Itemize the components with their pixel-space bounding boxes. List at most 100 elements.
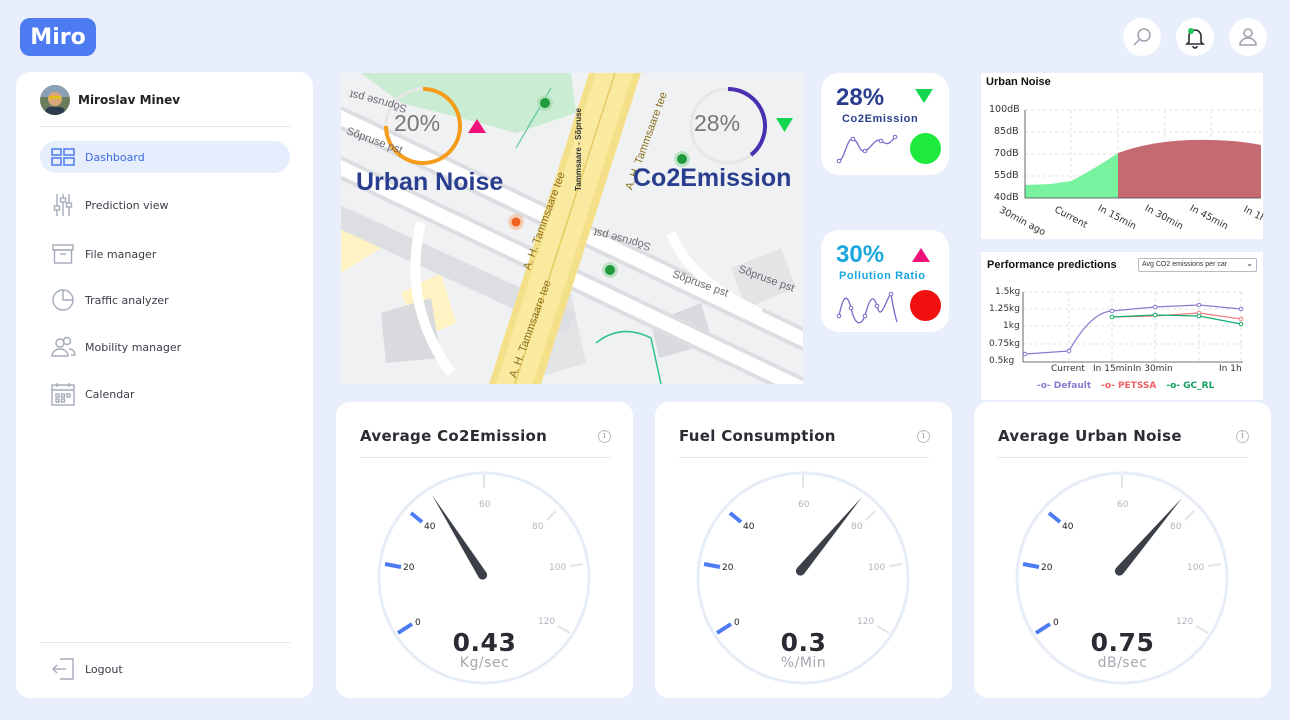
- sidebar-item-label: Prediction view: [85, 198, 169, 212]
- dashboard-icon: [50, 144, 76, 170]
- gauge-tick: 80: [532, 522, 544, 532]
- pollution-ratio-card[interactable]: 30% Pollution Ratio: [821, 230, 949, 332]
- y-tick: 70dB: [994, 148, 1019, 159]
- gauge-tick: 0: [415, 618, 421, 628]
- gauge-unit: dB/sec: [1097, 655, 1148, 671]
- y-tick: 55dB: [994, 170, 1019, 181]
- x-tick: In 30min: [1133, 364, 1173, 374]
- user-icon: [1239, 28, 1257, 46]
- sidebar-item-label: File manager: [85, 247, 157, 261]
- legend-default[interactable]: -o- Default: [1037, 381, 1091, 391]
- gauge-value: 0.43: [452, 628, 517, 657]
- status-indicator: [910, 290, 941, 321]
- sidebar-item-label: Dashboard: [85, 150, 145, 164]
- logout-button[interactable]: Logout: [40, 653, 290, 685]
- y-tick: 40dB: [994, 192, 1019, 203]
- legend-gc-rl[interactable]: -o- GC_RL: [1166, 381, 1214, 391]
- trend-up-icon: [912, 248, 930, 262]
- gauge-tick: 60: [798, 500, 810, 510]
- performance-line-chart: [1022, 291, 1244, 363]
- gauge-tick: 40: [1062, 522, 1074, 532]
- search-icon: [1133, 28, 1151, 46]
- logout-icon: [50, 656, 76, 682]
- sidebar-item-label: Calendar: [85, 387, 135, 401]
- notifications-button[interactable]: [1176, 18, 1214, 56]
- map-label-urban-noise: Urban Noise: [356, 168, 504, 196]
- sliders-icon: [50, 192, 76, 218]
- y-tick: 0.5kg: [989, 356, 1015, 366]
- logout-label: Logout: [85, 662, 123, 676]
- y-tick: 85dB: [994, 126, 1019, 137]
- gauge-tick: 60: [479, 500, 491, 510]
- user-menu-button[interactable]: [1229, 18, 1267, 56]
- traffic-map[interactable]: Sõpruse pst Sõpruse pst Sõpruse pst Sõpr…: [341, 73, 803, 384]
- chart-legend: -o- Default -o- PETSSA -o- GC_RL: [1037, 381, 1214, 391]
- sidebar-item-traffic-analyzer[interactable]: Traffic analyzer: [40, 284, 290, 316]
- y-tick: 1kg: [1003, 321, 1020, 331]
- gauge-tick: 20: [1041, 563, 1053, 573]
- avatar: [40, 85, 70, 115]
- sidebar-item-file-manager[interactable]: File manager: [40, 238, 290, 270]
- divider: [40, 642, 290, 643]
- pollution-ratio-label: Pollution Ratio: [839, 270, 926, 282]
- pollution-ratio-pct: 30%: [836, 241, 885, 268]
- junction-label: Tammsaare - Sõpruse: [574, 108, 583, 191]
- gauge-tick: 100: [1187, 563, 1204, 573]
- gauge-tick: 120: [857, 617, 874, 627]
- gauge-tick: 120: [538, 617, 555, 627]
- archive-icon: [50, 241, 76, 267]
- gauge-tick: 20: [722, 563, 734, 573]
- gauge-card-fuel-consumption[interactable]: Fuel Consumption i 0 20 40 60 80 100 120…: [655, 402, 952, 698]
- gauge-card-co2-emission[interactable]: Average Co2Emission i 0 20 40 60 80 100 …: [336, 402, 633, 698]
- pollution-sparkline: [836, 291, 898, 324]
- noise-percentage: 20%: [394, 110, 441, 136]
- calendar-icon: [50, 381, 76, 407]
- sidebar-item-dashboard[interactable]: Dashboard: [40, 141, 290, 173]
- y-tick: 0.75kg: [989, 339, 1020, 349]
- user-profile[interactable]: Miroslav Minev: [40, 85, 180, 115]
- gauge-tick: 80: [851, 522, 863, 532]
- gauge-tick: 40: [743, 522, 755, 532]
- bell-icon: [1185, 28, 1205, 49]
- gauge-tick: 100: [549, 563, 566, 573]
- gauge-tick: 100: [868, 563, 885, 573]
- y-tick: 1.5kg: [995, 287, 1021, 297]
- legend-petssa[interactable]: -o- PETSSA: [1101, 381, 1156, 391]
- x-tick: In 1h: [1219, 364, 1242, 374]
- gauge-tick: 0: [734, 618, 740, 628]
- performance-predictions-chart[interactable]: Performance predictions Avg CO2 emission…: [981, 252, 1263, 400]
- co2-emission-card[interactable]: 28% Co2Emission: [821, 73, 949, 175]
- urban-noise-chart[interactable]: Urban Noise 100dB 85dB 70dB 55dB 40dB 30…: [981, 73, 1264, 239]
- app-logo[interactable]: Miro: [20, 18, 96, 56]
- gauge-card-urban-noise[interactable]: Average Urban Noise i 0 20 40 60 80 100 …: [974, 402, 1271, 698]
- user-name: Miroslav Minev: [78, 93, 181, 107]
- gauge-value: 0.75: [1090, 628, 1155, 657]
- users-icon: [50, 334, 76, 360]
- map-label-co2-emission: Co2Emission: [633, 164, 792, 192]
- co2-emission-pct: 28%: [836, 84, 885, 111]
- co2-emission-label: Co2Emission: [842, 113, 919, 125]
- gauge-tick: 120: [1176, 617, 1193, 627]
- gauge-tick: 60: [1117, 500, 1129, 510]
- y-tick: 100dB: [989, 104, 1020, 115]
- gauge-tick: 20: [403, 563, 415, 573]
- sidebar-item-mobility-manager[interactable]: Mobility manager: [40, 331, 290, 363]
- sidebar-item-label: Traffic analyzer: [85, 293, 169, 307]
- sidebar-item-calendar[interactable]: Calendar: [40, 378, 290, 410]
- status-indicator: [910, 133, 941, 164]
- gauge-tick: 80: [1170, 522, 1182, 532]
- gauge-tick: 0: [1053, 618, 1059, 628]
- gauge-unit: %/Min: [780, 655, 827, 671]
- divider: [40, 126, 290, 127]
- y-tick: 1.25kg: [989, 304, 1020, 314]
- sidebar-item-label: Mobility manager: [85, 340, 182, 354]
- search-button[interactable]: [1123, 18, 1161, 56]
- gauge-unit: Kg/sec: [459, 655, 510, 671]
- x-tick: In 15min: [1093, 364, 1133, 374]
- sidebar-item-prediction-view[interactable]: Prediction view: [40, 189, 290, 221]
- sidebar: Miroslav Minev Dashboard Prediction view…: [16, 72, 313, 698]
- co2-sparkline: [836, 134, 898, 164]
- pie-chart-icon: [50, 287, 76, 313]
- x-tick: Current: [1051, 364, 1085, 374]
- gauge-tick: 40: [424, 522, 436, 532]
